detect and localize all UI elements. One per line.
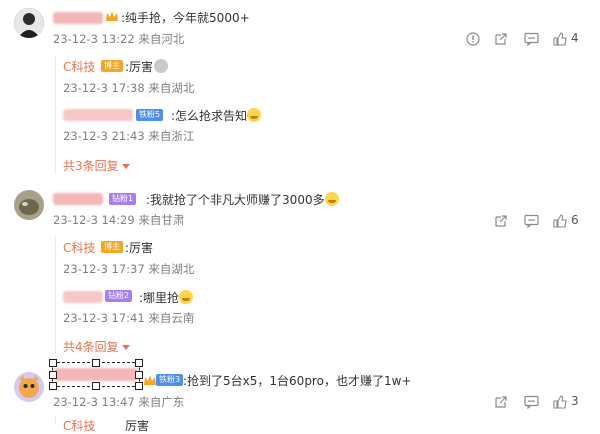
reply-text-content: :哪里抢 [139, 291, 180, 305]
fan-badge: 钻粉1 [109, 193, 137, 205]
avatar-image [14, 372, 44, 402]
caret-down-icon [122, 345, 131, 350]
username[interactable] [53, 12, 103, 24]
badge-label: 钻粉1 [112, 194, 134, 203]
reply-text: :怎么抢求告知 [171, 107, 262, 124]
reply-thread-line [55, 56, 56, 174]
more-replies-label: 共4条回复 [63, 340, 119, 354]
caret-down-icon [122, 164, 131, 169]
cat-emoji-icon [154, 59, 168, 73]
thumbs-up-icon [553, 32, 567, 46]
more-replies-link[interactable]: 共3条回复 [63, 157, 131, 174]
badge-label: 钻粉2 [108, 291, 130, 300]
reply-text: :厉害 [125, 60, 154, 74]
comment-text: :抢到了5台x5，1台60pro，也才赚了1w+ [183, 374, 412, 388]
reply-author[interactable]: C科技 [63, 239, 95, 256]
comment-meta: 23-12-3 13:47 来自广东 [53, 395, 185, 409]
badge-label: 铁粉5 [139, 110, 161, 119]
username[interactable] [53, 193, 103, 205]
fan-badge: 铁粉3 [156, 374, 184, 386]
blogger-badge: 博主 [101, 60, 123, 72]
comment-icon[interactable] [524, 32, 539, 49]
like-button[interactable]: 6 [553, 213, 585, 229]
laugh-cry-emoji-icon [179, 290, 194, 304]
resize-handle[interactable] [49, 371, 57, 379]
fan-badge: 铁粉5 [136, 109, 164, 121]
avatar-image [14, 190, 44, 220]
resize-handle[interactable] [92, 359, 100, 367]
reply-text: :哪里抢 [139, 289, 194, 306]
comment-meta: 23-12-3 13:22 来自河北 [53, 32, 185, 46]
share-icon[interactable] [494, 395, 508, 412]
comment-text-content: :我就抢了个非凡大师赚了3000多 [146, 193, 325, 207]
comment-icon[interactable] [524, 395, 539, 412]
reply-author[interactable]: C科技 [63, 58, 95, 75]
info-circle-icon[interactable] [466, 32, 480, 49]
reply-author[interactable] [63, 291, 103, 303]
laugh-cry-emoji-icon [247, 108, 262, 122]
resize-handle[interactable] [92, 382, 100, 390]
like-count: 6 [571, 213, 579, 227]
avatar[interactable] [14, 190, 44, 220]
comment-text: :纯手抢，今年就5000+ [121, 11, 250, 25]
reply-meta: 23-12-3 21:43 来自浙江 [63, 129, 195, 143]
reply-meta: 23-12-3 17:38 来自湖北 [63, 81, 195, 95]
selected-username[interactable] [49, 359, 143, 390]
more-replies-label: 共3条回复 [63, 159, 119, 173]
crown-icon [143, 374, 157, 387]
reply-thread-line [55, 236, 56, 354]
resize-handle[interactable] [135, 382, 143, 390]
reply-author[interactable]: C科技 [63, 417, 95, 434]
like-count: 3 [571, 394, 579, 408]
resize-handle[interactable] [135, 371, 143, 379]
reply-author[interactable] [63, 109, 133, 121]
reply-text: 厉害 [125, 419, 150, 433]
more-replies-link[interactable]: 共4条回复 [63, 338, 131, 355]
reply-text-content: :怎么抢求告知 [171, 109, 248, 123]
crown-icon [105, 10, 119, 23]
resize-handle[interactable] [49, 382, 57, 390]
blogger-badge: 博主 [101, 241, 123, 253]
like-button[interactable]: 4 [553, 31, 585, 47]
resize-handle[interactable] [135, 359, 143, 367]
share-icon[interactable] [494, 32, 508, 49]
comment-icon[interactable] [524, 214, 539, 231]
reply-text: :厉害 [125, 241, 154, 255]
avatar[interactable] [14, 8, 44, 38]
thumbs-up-icon [553, 395, 567, 409]
like-button[interactable]: 3 [553, 394, 585, 410]
thumbs-up-icon [553, 214, 567, 228]
comment-meta: 23-12-3 14:29 来自甘肃 [53, 213, 185, 227]
avatar-image [14, 8, 44, 38]
laugh-cry-emoji-icon [324, 192, 339, 206]
reply-meta: 23-12-3 17:41 来自云南 [63, 311, 195, 325]
reply-meta: 23-12-3 17:37 来自湖北 [63, 262, 195, 276]
avatar[interactable] [14, 372, 44, 402]
like-count: 4 [571, 31, 579, 45]
resize-handle[interactable] [49, 359, 57, 367]
comment-text: :我就抢了个非凡大师赚了3000多 [146, 191, 339, 208]
share-icon[interactable] [494, 214, 508, 231]
reply-thread-line [55, 416, 56, 424]
badge-label: 铁粉3 [159, 375, 181, 384]
fan-badge: 钻粉2 [105, 290, 133, 302]
